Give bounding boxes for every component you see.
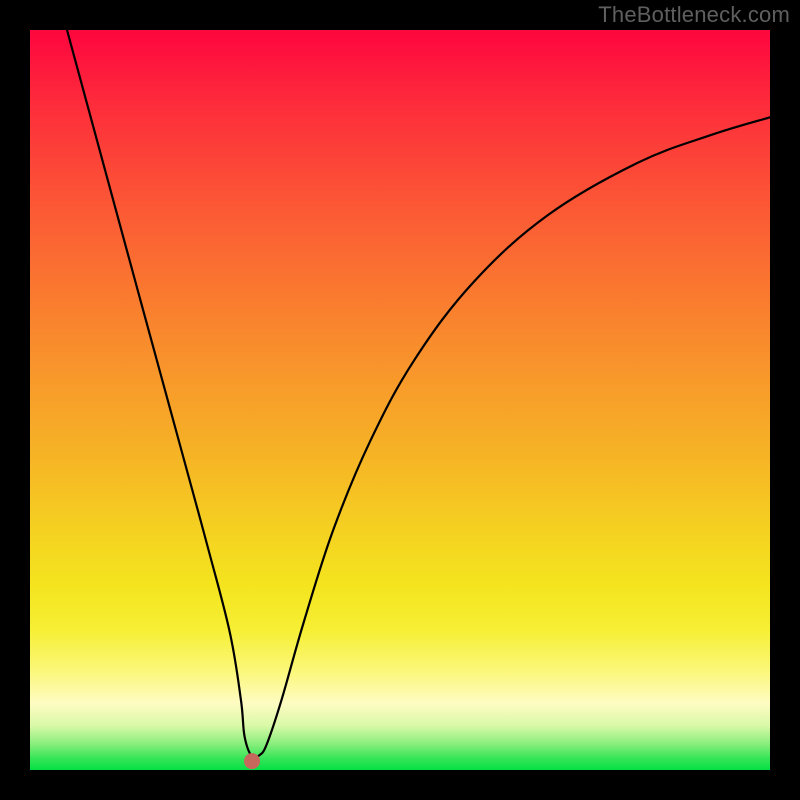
chart-frame: TheBottleneck.com [0, 0, 800, 800]
optimum-marker [244, 753, 260, 769]
bottleneck-curve [67, 30, 770, 758]
chart-svg [30, 30, 770, 770]
watermark-text: TheBottleneck.com [598, 2, 790, 28]
plot-area [30, 30, 770, 770]
